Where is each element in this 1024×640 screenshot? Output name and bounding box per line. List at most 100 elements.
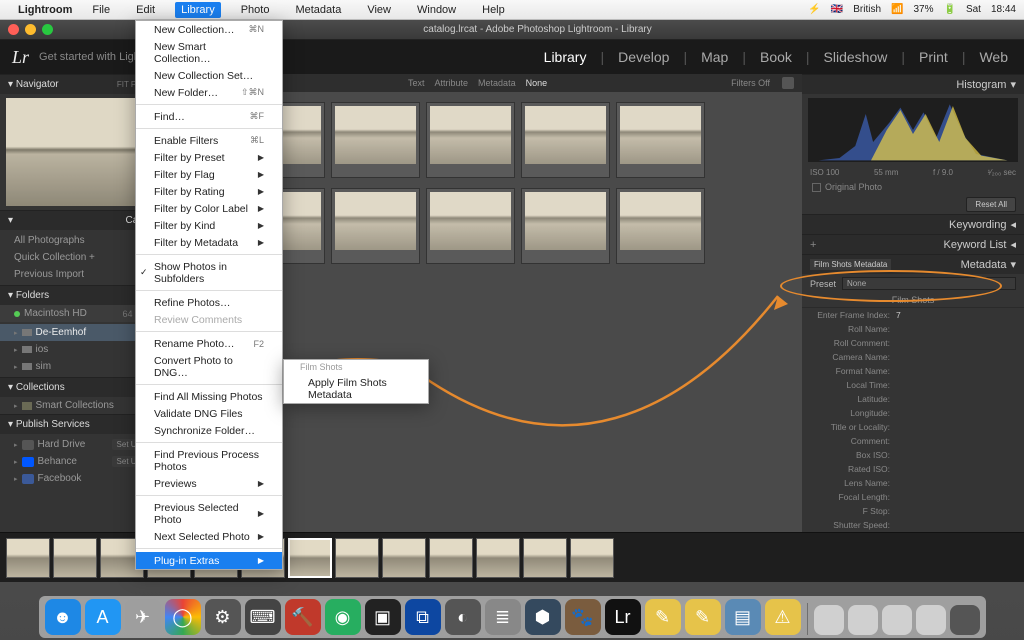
metadata-field[interactable]: Local Time:: [802, 378, 1024, 392]
menu-item[interactable]: Find Previous Process Photos: [136, 446, 282, 475]
module-tab-print[interactable]: Print: [915, 49, 952, 65]
menu-item[interactable]: Convert Photo to DNG…: [136, 352, 282, 381]
metadata-field[interactable]: Comment:: [802, 434, 1024, 448]
thumbnail-cell[interactable]: [331, 102, 420, 178]
dock-app-icon[interactable]: ◯: [165, 599, 201, 635]
filmstrip-thumb[interactable]: [570, 538, 614, 578]
metadata-field[interactable]: Enter Frame Index:7: [802, 308, 1024, 322]
keywording-panel-header[interactable]: Keywording ◂: [802, 214, 1024, 234]
library-menu-dropdown[interactable]: New Collection…⌘NNew Smart Collection…Ne…: [135, 20, 283, 570]
module-tab-book[interactable]: Book: [756, 49, 796, 65]
metadata-set-dropdown[interactable]: Film Shots Metadata: [810, 259, 891, 270]
module-tab-library[interactable]: Library: [540, 49, 591, 65]
filmstrip-thumb[interactable]: [382, 538, 426, 578]
filter-tab-metadata[interactable]: Metadata: [478, 78, 516, 88]
dock-app-icon[interactable]: ✈: [125, 599, 161, 635]
menu-item[interactable]: Filter by Flag▶: [136, 166, 282, 183]
menu-photo[interactable]: Photo: [235, 2, 276, 18]
menu-item[interactable]: Filter by Color Label▶: [136, 200, 282, 217]
filmstrip-thumb[interactable]: [288, 538, 332, 578]
dock-app-icon[interactable]: ◐: [445, 599, 481, 635]
metadata-field[interactable]: Longitude:: [802, 406, 1024, 420]
metadata-field[interactable]: Roll Comment:: [802, 336, 1024, 350]
filmstrip-thumb[interactable]: [6, 538, 50, 578]
thumbnail-cell[interactable]: [616, 188, 705, 264]
menu-window[interactable]: Window: [411, 2, 462, 18]
dock-app-icon[interactable]: A: [85, 599, 121, 635]
menu-item[interactable]: New Collection Set…: [136, 67, 282, 84]
dock-app-icon[interactable]: ☻: [45, 599, 81, 635]
menu-view[interactable]: View: [361, 2, 397, 18]
menu-library[interactable]: Library: [175, 2, 221, 18]
metadata-field[interactable]: Lens Name:: [802, 476, 1024, 490]
filmstrip-thumb[interactable]: [523, 538, 567, 578]
metadata-field[interactable]: Shutter Speed:: [802, 518, 1024, 532]
filter-tab-attribute[interactable]: Attribute: [435, 78, 469, 88]
thumbnail-cell[interactable]: [331, 188, 420, 264]
menu-item[interactable]: Find…⌘F: [136, 108, 282, 125]
menu-item[interactable]: Synchronize Folder…: [136, 422, 282, 439]
dock-app-icon[interactable]: ◉: [325, 599, 361, 635]
menu-item[interactable]: Enable Filters⌘L: [136, 132, 282, 149]
thumbnail-cell[interactable]: [426, 102, 515, 178]
dock-minimized-window[interactable]: [814, 605, 844, 635]
metadata-field[interactable]: Format Name:: [802, 364, 1024, 378]
dock-app-icon[interactable]: ⧉: [405, 599, 441, 635]
filmstrip-thumb[interactable]: [53, 538, 97, 578]
minimize-window-button[interactable]: [25, 24, 36, 35]
menu-item[interactable]: Rename Photo…F2: [136, 335, 282, 352]
thumbnail-cell[interactable]: [521, 102, 610, 178]
dock-app-icon[interactable]: ≣: [485, 599, 521, 635]
reset-all-button[interactable]: Reset All: [966, 197, 1016, 212]
menu-item[interactable]: Validate DNG Files: [136, 405, 282, 422]
dock-minimized-window[interactable]: [882, 605, 912, 635]
filmstrip-thumb[interactable]: [335, 538, 379, 578]
dock-app-icon[interactable]: 🐾: [565, 599, 601, 635]
metadata-field[interactable]: Camera Name:: [802, 350, 1024, 364]
dock-app-icon[interactable]: ⌨: [245, 599, 281, 635]
dock-minimized-window[interactable]: [950, 605, 980, 635]
module-tab-map[interactable]: Map: [697, 49, 732, 65]
filter-lock-icon[interactable]: [782, 77, 794, 89]
filter-tab-text[interactable]: Text: [408, 78, 425, 88]
metadata-preset-row[interactable]: Preset None: [802, 274, 1024, 293]
original-photo-checkbox[interactable]: Original Photo: [802, 179, 1024, 195]
dock-app-icon[interactable]: Lr: [605, 599, 641, 635]
histogram-display[interactable]: [808, 98, 1018, 162]
menu-item[interactable]: Filter by Kind▶: [136, 217, 282, 234]
apply-film-shots-metadata-item[interactable]: Apply Film Shots Metadata: [284, 374, 428, 403]
menu-item[interactable]: Refine Photos…: [136, 294, 282, 311]
metadata-preset-select[interactable]: None: [842, 277, 1016, 290]
metadata-field[interactable]: Title or Locality:: [802, 420, 1024, 434]
menu-item[interactable]: Filter by Rating▶: [136, 183, 282, 200]
metadata-field[interactable]: Latitude:: [802, 392, 1024, 406]
menu-item[interactable]: Filter by Preset▶: [136, 149, 282, 166]
metadata-field[interactable]: Focal Length:: [802, 490, 1024, 504]
metadata-field[interactable]: F Stop:: [802, 504, 1024, 518]
dock-app-icon[interactable]: 🔨: [285, 599, 321, 635]
module-tab-web[interactable]: Web: [975, 49, 1012, 65]
zoom-window-button[interactable]: [42, 24, 53, 35]
menu-item[interactable]: New Collection…⌘N: [136, 21, 282, 38]
menu-edit[interactable]: Edit: [130, 2, 161, 18]
menu-item[interactable]: Find All Missing Photos: [136, 388, 282, 405]
thumbnail-cell[interactable]: [521, 188, 610, 264]
dock-minimized-window[interactable]: [848, 605, 878, 635]
metadata-field[interactable]: Roll Name:: [802, 322, 1024, 336]
metadata-field[interactable]: Box ISO:: [802, 448, 1024, 462]
menu-item[interactable]: ✓Show Photos in Subfolders: [136, 258, 282, 287]
menu-item[interactable]: Previous Selected Photo▶: [136, 499, 282, 528]
dock-minimized-window[interactable]: [916, 605, 946, 635]
menu-metadata[interactable]: Metadata: [289, 2, 347, 18]
menu-file[interactable]: File: [86, 2, 116, 18]
dock-app-icon[interactable]: ✎: [685, 599, 721, 635]
plugin-extras-submenu[interactable]: Film Shots Apply Film Shots Metadata: [283, 359, 429, 404]
dock-app-icon[interactable]: ▤: [725, 599, 761, 635]
dock-app-icon[interactable]: ▣: [365, 599, 401, 635]
filmstrip-thumb[interactable]: [476, 538, 520, 578]
keyword-list-panel-header[interactable]: +Keyword List ◂: [802, 234, 1024, 254]
filters-off-label[interactable]: Filters Off: [731, 78, 770, 88]
filter-tab-none[interactable]: None: [526, 78, 548, 88]
menu-item[interactable]: Next Selected Photo▶: [136, 528, 282, 545]
dock-app-icon[interactable]: ⬢: [525, 599, 561, 635]
